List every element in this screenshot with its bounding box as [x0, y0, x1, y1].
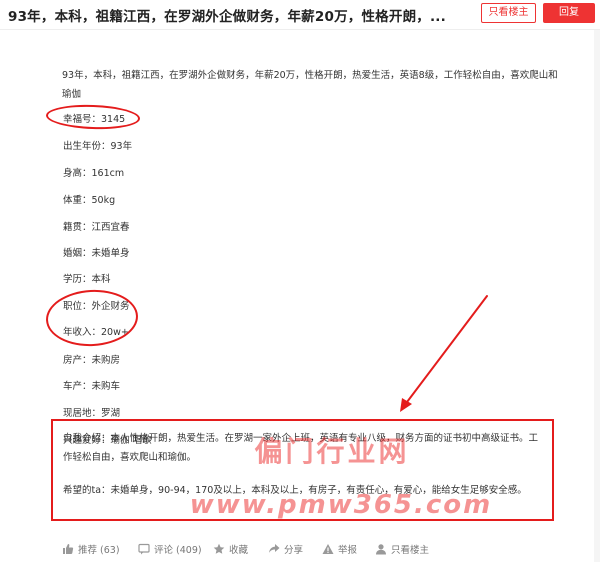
field-residence: 现居地：罗湖: [63, 408, 121, 419]
post-content: 93年，本科，祖籍江西，在罗湖外企做财务，年薪20万，性格开朗，热爱生活，英语8…: [0, 30, 594, 562]
highlight-ellipse-number: [45, 103, 141, 131]
comment-label: 评论 (409): [154, 545, 202, 556]
thread-title: 93年，本科，祖籍江西，在罗湖外企做财务，年薪20万，性格开朗，...: [8, 9, 446, 25]
watermark-url: www.pmw365.com: [189, 490, 493, 520]
star-icon: [213, 543, 225, 554]
recommend-button[interactable]: 推荐 (63): [62, 542, 120, 556]
watermark-logo: 偏门行业网: [254, 435, 410, 468]
share-label: 分享: [284, 545, 304, 556]
report-label: 举报: [338, 545, 358, 556]
only-owner-button[interactable]: 只看楼主: [481, 3, 536, 23]
thumb-up-icon: [63, 544, 74, 554]
only-owner-label: 只看楼主: [391, 545, 430, 556]
field-property: 房产：未购房: [63, 355, 121, 366]
only-owner-link[interactable]: 只看楼主: [375, 542, 429, 556]
favorite-label: 收藏: [229, 545, 249, 556]
user-icon: [376, 544, 386, 555]
comment-icon: [138, 543, 150, 555]
top-bar: 93年，本科，祖籍江西，在罗湖外企做财务，年薪20万，性格开朗，... 只看楼主…: [0, 0, 600, 30]
share-button[interactable]: 分享: [268, 542, 303, 556]
field-hometown: 籍贯：江西宜春: [63, 222, 130, 233]
field-height: 身高：161cm: [63, 168, 125, 179]
share-icon: [269, 544, 280, 553]
highlight-ellipse-job-income: [44, 287, 140, 349]
warning-icon: [322, 544, 334, 554]
field-marital-status: 婚姻：未婚单身: [63, 248, 130, 259]
post-intro: 93年，本科，祖籍江西，在罗湖外企做财务，年薪20万，性格开朗，热爱生活，英语8…: [62, 70, 558, 100]
field-car: 车产：未购车: [63, 381, 121, 392]
favorite-button[interactable]: 收藏: [213, 542, 248, 556]
field-weight: 体重：50kg: [63, 195, 116, 206]
field-education: 学历：本科: [63, 274, 111, 285]
report-button[interactable]: 举报: [322, 542, 357, 556]
recommend-label: 推荐 (63): [78, 545, 120, 556]
comment-button[interactable]: 评论 (409): [138, 542, 202, 556]
scrollbar-track[interactable]: [594, 30, 600, 562]
field-birth-year: 出生年份：93年: [63, 141, 133, 152]
reply-button[interactable]: 回复: [543, 3, 595, 23]
